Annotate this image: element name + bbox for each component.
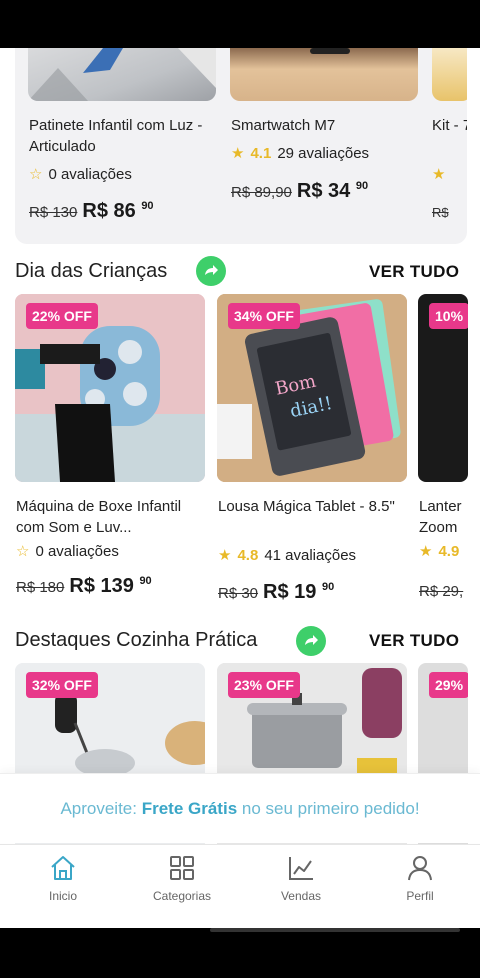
grid-icon [170, 856, 194, 880]
discount-badge: 22% OFF [26, 303, 98, 329]
product-title[interactable]: Lanter Zoom [419, 496, 469, 540]
product-rating: ★ 4.1 29 avaliações [231, 144, 370, 163]
product-image[interactable] [230, 48, 418, 101]
tab-profile[interactable]: Perfil [370, 853, 470, 913]
promo-suffix: no seu primeiro pedido! [241, 798, 420, 818]
product-image[interactable] [432, 48, 467, 101]
discount-badge: 32% OFF [26, 672, 98, 698]
old-price: R$ 180 [16, 579, 65, 596]
top-carousel: Patinete Infantil com Luz - Articulado ☆… [15, 48, 467, 244]
star-outline-icon: ☆ [16, 543, 30, 560]
price-row: R$ 89,90 R$ 34 90 [231, 180, 368, 203]
promo-banner[interactable]: Aproveite: Frete Grátis no seu primeiro … [0, 773, 480, 843]
product-title[interactable]: Smartwatch M7 [231, 115, 421, 136]
current-price: R$ 34 90 [296, 180, 369, 202]
price-row: R$ 30 R$ 19 90 [218, 581, 334, 604]
chart-icon [289, 857, 313, 880]
old-price: R$ 89,90 [231, 184, 292, 201]
old-price: R$ 130 [29, 204, 78, 221]
current-price: R$ 139 90 [69, 575, 152, 597]
product-rating: ☆ 0 avaliações [16, 542, 119, 561]
promo-highlight: Frete Grátis [141, 798, 238, 818]
promo-prefix: Aproveite: [60, 798, 137, 818]
old-price: R$ [432, 205, 449, 220]
old-price: R$ 29, [419, 583, 464, 600]
see-all-link[interactable]: VER TUDO [369, 631, 459, 651]
star-icon: ★ [419, 543, 433, 560]
price-row: R$ 29, [419, 583, 467, 600]
bottom-tab-bar: Inicio Categorias Vendas Perfil [0, 844, 480, 928]
tab-home[interactable]: Inicio [13, 853, 113, 913]
share-arrow-icon[interactable] [296, 626, 326, 656]
product-rating: ★ [432, 165, 445, 183]
section-title: Dia das Crianças [15, 260, 168, 282]
current-price: R$ 86 90 [82, 200, 154, 222]
product-rating: ★ 4.8 41 avaliações [218, 546, 357, 565]
discount-badge: 10% [429, 303, 468, 329]
product-title[interactable]: Máquina de Boxe Infantil com Som e Luv..… [16, 496, 206, 538]
product-rating: ☆ 0 avaliações [29, 165, 132, 184]
product-title[interactable]: Lousa Mágica Tablet - 8.5" [218, 496, 408, 517]
home-indicator[interactable] [210, 928, 460, 932]
product-title[interactable]: Patinete Infantil com Luz - Articulado [29, 115, 219, 157]
old-price: R$ 30 [218, 585, 259, 602]
star-icon: ★ [218, 547, 232, 564]
product-image[interactable]: 22% OFF [15, 294, 205, 482]
discount-badge: 29% [429, 672, 468, 698]
product-title[interactable]: Kit - 7 [432, 115, 467, 159]
see-all-link[interactable]: VER TUDO [369, 262, 459, 282]
current-price: R$ 19 90 [263, 581, 335, 603]
product-rating: ★ 4.9 [419, 542, 460, 561]
star-outline-icon: ☆ [29, 166, 43, 183]
product-image[interactable]: 10% [418, 294, 468, 482]
discount-badge: 34% OFF [228, 303, 300, 329]
price-row: R$ 130 R$ 86 90 [29, 200, 154, 223]
tab-categories[interactable]: Categorias [132, 853, 232, 913]
product-image[interactable]: Bom dia!! 34% OFF [217, 294, 407, 482]
section-title: Destaques Cozinha Prática [15, 629, 258, 651]
user-icon [408, 856, 432, 881]
price-row: R$ 180 R$ 139 90 [16, 575, 152, 598]
product-image[interactable] [28, 48, 216, 101]
share-arrow-icon[interactable] [196, 256, 226, 286]
star-icon: ★ [432, 166, 446, 183]
price-row: R$ [432, 205, 449, 220]
discount-badge: 23% OFF [228, 672, 300, 698]
home-icon [51, 856, 75, 880]
app-screen: Patinete Infantil com Luz - Articulado ☆… [0, 48, 480, 928]
star-icon: ★ [231, 145, 245, 162]
tab-sales[interactable]: Vendas [251, 853, 351, 913]
